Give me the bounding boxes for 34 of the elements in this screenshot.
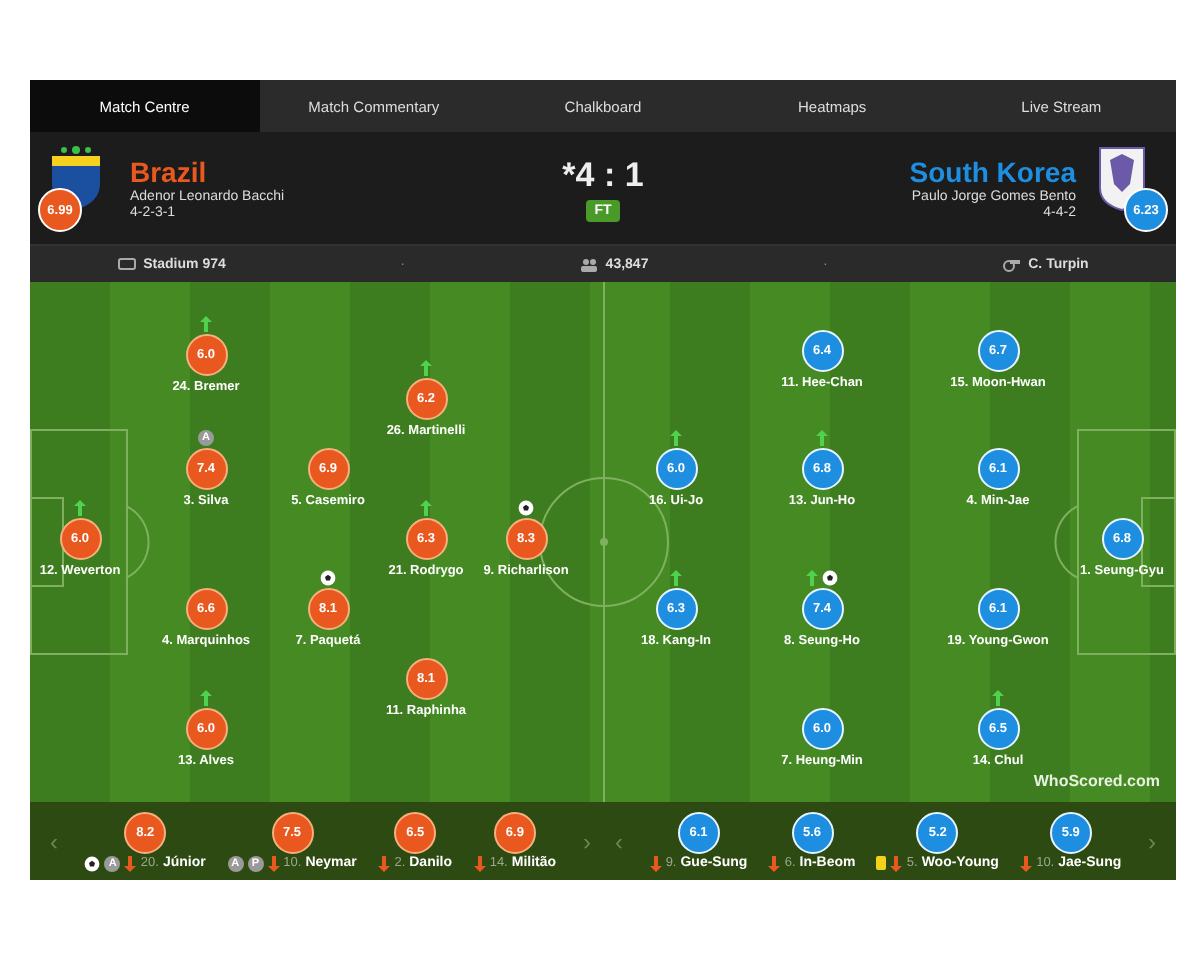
down-arrow-icon	[768, 855, 781, 871]
up-arrow-icon	[420, 500, 432, 516]
up-arrow-icon	[816, 430, 828, 446]
up-arrow-icon	[670, 570, 682, 586]
down-arrow-icon	[124, 855, 137, 871]
up-arrow-icon	[74, 500, 86, 516]
people-icon	[579, 257, 598, 271]
up-arrow-icon	[670, 430, 682, 446]
ball-icon	[518, 500, 534, 516]
booking-card-icon	[876, 856, 887, 870]
team-name[interactable]: Brazil	[130, 156, 285, 188]
ball-icon	[320, 570, 336, 586]
up-arrow-icon	[200, 316, 212, 332]
down-arrow-icon	[890, 855, 903, 871]
whistle-icon	[1002, 257, 1021, 271]
next-button[interactable]: ›	[575, 827, 599, 855]
down-arrow-icon	[378, 855, 391, 871]
previous-button[interactable]: ‹	[42, 827, 66, 855]
up-arrow-icon	[992, 690, 1004, 706]
ball-icon	[84, 855, 101, 871]
down-arrow-icon	[1020, 855, 1033, 871]
stadium-icon	[117, 258, 136, 270]
ball-icon	[822, 570, 838, 586]
previous-button[interactable]: ‹	[607, 827, 631, 855]
down-arrow-icon	[473, 855, 486, 871]
team-name[interactable]: South Korea	[909, 156, 1076, 188]
up-arrow-icon	[806, 570, 818, 586]
up-arrow-icon	[200, 690, 212, 706]
next-button[interactable]: ›	[1140, 827, 1164, 855]
down-arrow-icon	[649, 855, 662, 871]
score-text: *4 : 1	[562, 155, 644, 195]
up-arrow-icon	[420, 360, 432, 376]
down-arrow-icon	[267, 855, 280, 871]
site-logo: WhoScored.com	[1033, 772, 1160, 790]
